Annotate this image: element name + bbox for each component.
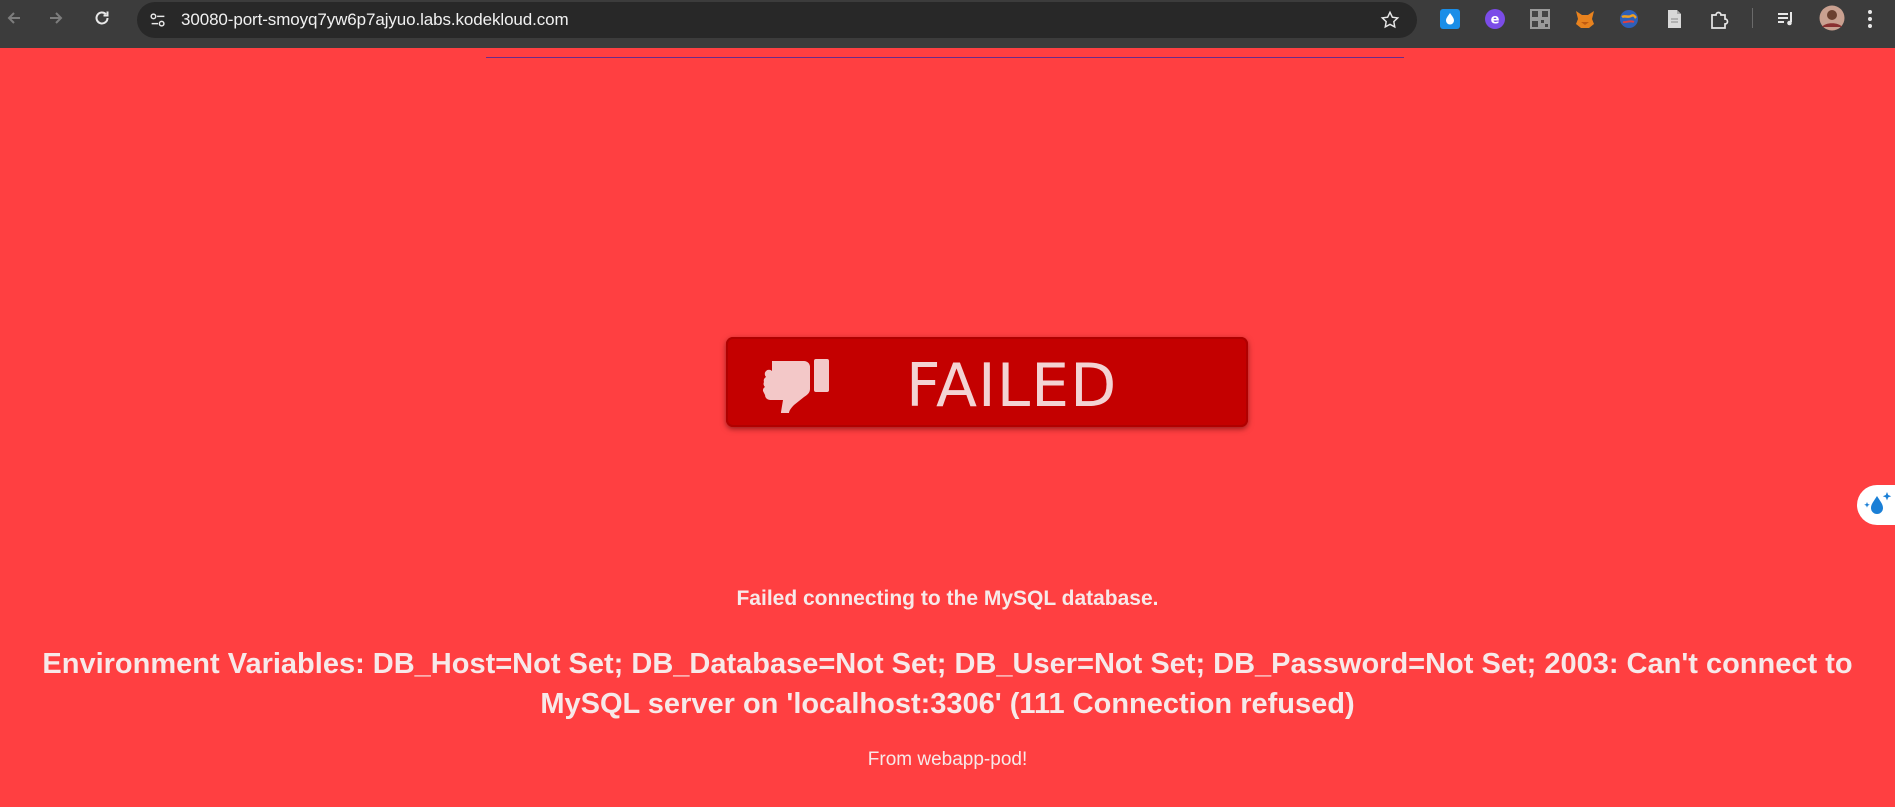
svg-text:e: e [1491,13,1500,28]
environment-details: Environment Variables: DB_Host=Not Set; … [20,644,1875,724]
globe-extension-icon [1620,10,1638,28]
puzzle-extensions-icon [1711,11,1729,29]
reload-icon [95,11,109,25]
profile-button[interactable] [1819,5,1845,31]
forward-button[interactable] [42,4,70,32]
failed-label: FAILED [906,351,1118,421]
document-extension-icon [1668,10,1681,28]
star-icon [1380,10,1400,29]
media-queue-button[interactable] [1774,7,1798,31]
url-text[interactable]: 30080-port-smoyq7yw6p7ajyuo.labs.kodeklo… [181,10,569,30]
document-extension-button[interactable] [1662,7,1686,31]
more-menu-icon [1868,10,1872,28]
horizontal-rule [486,57,1404,58]
failed-banner: FAILED [726,337,1248,427]
reload-button[interactable] [88,4,116,32]
droplet-extension-icon [1440,9,1460,29]
globe-extension-button[interactable] [1617,7,1641,31]
error-message: Failed connecting to the MySQL database. [736,587,1159,610]
toolbar-divider [1752,8,1753,28]
sparkle-droplet-icon [1864,492,1892,514]
media-queue-icon [1778,12,1792,26]
site-info-button[interactable] [147,9,169,31]
e-extension-button[interactable]: e [1483,7,1507,31]
droplet-extension-button[interactable] [1438,7,1462,31]
back-button[interactable] [0,4,28,32]
bookmark-button[interactable] [1379,9,1401,31]
side-assistant-widget[interactable] [1857,485,1895,525]
qr-extension-icon [1530,9,1550,29]
thumbs-down-icon [762,359,829,413]
address-bar[interactable]: 30080-port-smoyq7yw6p7ajyuo.labs.kodeklo… [137,2,1417,38]
forward-arrow-icon [50,12,63,24]
more-menu-button[interactable] [1858,7,1882,31]
e-extension-icon: e [1485,9,1505,29]
profile-avatar-icon [1819,5,1845,31]
qr-extension-button[interactable] [1528,7,1552,31]
extensions-menu-button[interactable] [1707,7,1731,31]
browser-toolbar: 30080-port-smoyq7yw6p7ajyuo.labs.kodeklo… [0,0,1895,48]
site-settings-icon [150,13,165,27]
fox-extension-button[interactable] [1573,7,1597,31]
environment-line-1: Environment Variables: DB_Host=Not Set; … [42,648,1853,680]
pod-footer: From webapp-pod! [867,749,1028,770]
fox-extension-icon [1576,11,1594,28]
environment-line-2: MySQL server on 'localhost:3306' (111 Co… [540,688,1355,720]
back-arrow-icon [7,12,20,24]
